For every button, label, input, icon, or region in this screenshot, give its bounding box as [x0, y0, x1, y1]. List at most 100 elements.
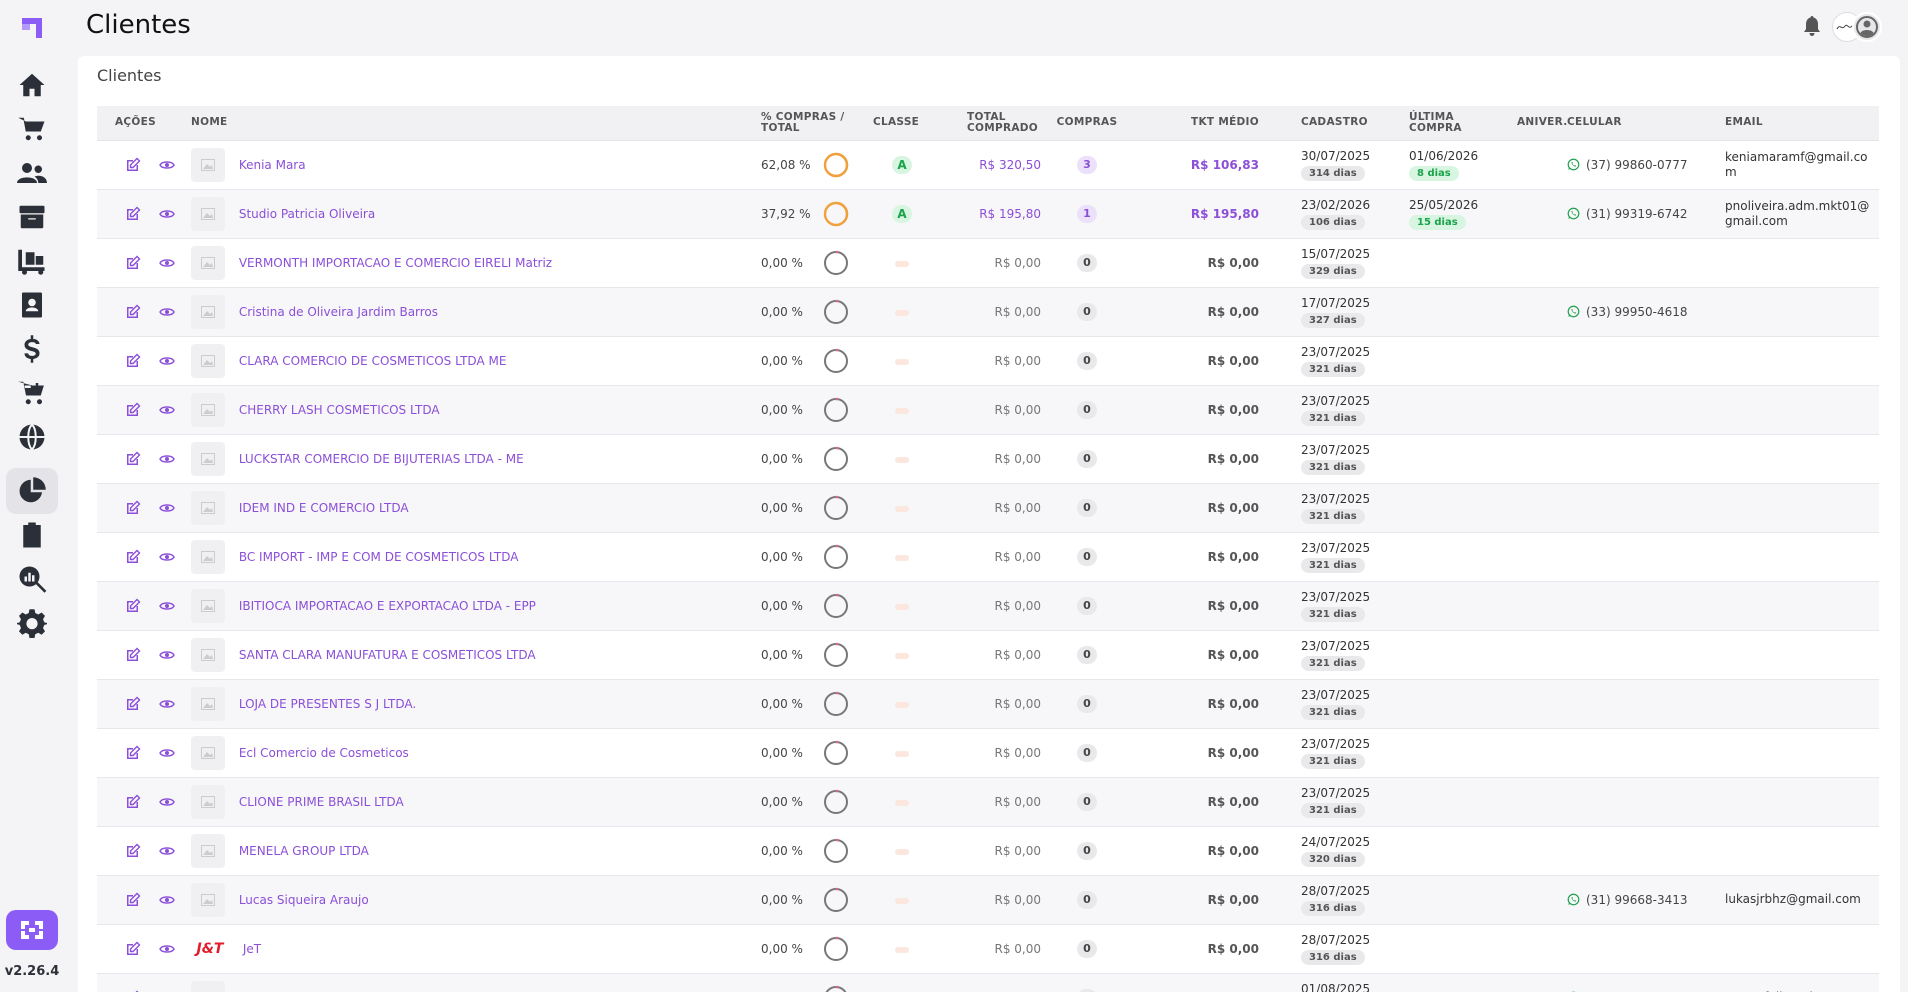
table-row[interactable]: IDEM IND E COMERCIO LTDA 0,00 % R$ 0,00 …	[97, 483, 1879, 532]
nav-reports[interactable]	[6, 468, 58, 514]
client-name-link[interactable]: Ecl Comercio de Cosmeticos	[239, 746, 409, 760]
user-menu[interactable]	[1832, 12, 1886, 42]
client-name-link[interactable]: LOJA DE PRESENTES S J LTDA.	[239, 697, 416, 711]
col-tkt[interactable]: TKT MÉDIO	[1127, 106, 1265, 141]
edit-icon[interactable]	[125, 843, 141, 859]
col-classe[interactable]: CLASSE	[867, 106, 937, 141]
view-icon[interactable]	[159, 451, 175, 467]
client-name-link[interactable]: JeT	[243, 942, 261, 956]
edit-icon[interactable]	[125, 451, 141, 467]
client-name-link[interactable]: CHERRY LASH COSMETICOS LTDA	[239, 403, 440, 417]
table-row[interactable]: Lucas Siqueira Araujo 0,00 % R$ 0,00 0 R…	[97, 875, 1879, 924]
phone-number[interactable]: (31) 99668-3413	[1586, 893, 1688, 907]
nav-finance[interactable]	[6, 326, 58, 372]
col-nome[interactable]: NOME	[185, 106, 755, 141]
client-name-link[interactable]: CLARA COMERCIO DE COSMETICOS LTDA ME	[239, 354, 507, 368]
view-icon[interactable]	[159, 696, 175, 712]
view-icon[interactable]	[159, 304, 175, 320]
view-icon[interactable]	[159, 647, 175, 663]
view-icon[interactable]	[159, 255, 175, 271]
edit-icon[interactable]	[125, 745, 141, 761]
client-name-link[interactable]: SANTA CLARA MANUFATURA E COSMETICOS LTDA	[239, 648, 536, 662]
whatsapp-icon[interactable]	[1567, 305, 1580, 318]
client-name-link[interactable]: BC IMPORT - IMP E COM DE COSMETICOS LTDA	[239, 550, 519, 564]
table-row[interactable]: CLARA COMERCIO DE COSMETICOS LTDA ME 0,0…	[97, 336, 1879, 385]
table-row[interactable]: LOJA DE PRESENTES S J LTDA. 0,00 % R$ 0,…	[97, 679, 1879, 728]
view-icon[interactable]	[159, 549, 175, 565]
table-row[interactable]: LUCKSTAR COMERCIO DE BIJUTERIAS LTDA - M…	[97, 434, 1879, 483]
client-name-link[interactable]: IDEM IND E COMERCIO LTDA	[239, 501, 409, 515]
table-row[interactable]: MENELA GROUP LTDA 0,00 % R$ 0,00 0 R$ 0,…	[97, 826, 1879, 875]
client-name-link[interactable]: Lucas Siqueira Araujo	[239, 893, 369, 907]
whatsapp-icon[interactable]	[1567, 158, 1580, 171]
email-value[interactable]: keniamaramf@gmail.com	[1725, 150, 1873, 180]
col-celular[interactable]: CELULAR	[1561, 106, 1719, 141]
table-row[interactable]: Samara Candida Felipe 0,00 % R$ 0,00 0 R…	[97, 973, 1879, 992]
view-icon[interactable]	[159, 794, 175, 810]
edit-icon[interactable]	[125, 402, 141, 418]
bell-icon[interactable]	[1803, 16, 1821, 36]
client-name-link[interactable]: Cristina de Oliveira Jardim Barros	[239, 305, 438, 319]
edit-icon[interactable]	[125, 794, 141, 810]
edit-icon[interactable]	[125, 696, 141, 712]
email-value[interactable]: lukasjrbhz@gmail.com	[1725, 892, 1873, 907]
nav-settings[interactable]	[6, 600, 58, 646]
client-name-link[interactable]: LUCKSTAR COMERCIO DE BIJUTERIAS LTDA - M…	[239, 452, 524, 466]
view-icon[interactable]	[159, 157, 175, 173]
col-cadastro[interactable]: CADASTRO	[1265, 106, 1373, 141]
col-acoes[interactable]: AÇÕES	[97, 106, 185, 141]
nav-tasks[interactable]	[6, 512, 58, 558]
client-name-link[interactable]: MENELA GROUP LTDA	[239, 844, 369, 858]
edit-icon[interactable]	[125, 598, 141, 614]
table-row[interactable]: CLIONE PRIME BRASIL LTDA 0,00 % R$ 0,00 …	[97, 777, 1879, 826]
nav-cart[interactable]	[6, 106, 58, 152]
view-icon[interactable]	[159, 892, 175, 908]
view-icon[interactable]	[159, 745, 175, 761]
nav-clients[interactable]	[6, 150, 58, 196]
nav-analytics[interactable]	[6, 556, 58, 602]
col-compras[interactable]: COMPRAS	[1047, 106, 1127, 141]
nav-web[interactable]	[6, 414, 58, 460]
col-total[interactable]: TOTAL COMPRADO	[937, 106, 1047, 141]
table-row[interactable]: Studio Patricia Oliveira 37,92 % A R$ 19…	[97, 189, 1879, 238]
view-icon[interactable]	[159, 941, 175, 957]
edit-icon[interactable]	[125, 157, 141, 173]
col-pct[interactable]: % COMPRAS / TOTAL	[755, 106, 867, 141]
phone-number[interactable]: (33) 99950-4618	[1586, 305, 1688, 319]
table-row[interactable]: Ecl Comercio de Cosmeticos 0,00 % R$ 0,0…	[97, 728, 1879, 777]
edit-icon[interactable]	[125, 304, 141, 320]
phone-number[interactable]: (37) 99860-0777	[1586, 158, 1688, 172]
table-row[interactable]: IBITIOCA IMPORTACAO E EXPORTACAO LTDA - …	[97, 581, 1879, 630]
nav-products[interactable]	[6, 194, 58, 240]
table-row[interactable]: Kenia Mara 62,08 % A R$ 320,50 3 R$ 106,…	[97, 140, 1879, 189]
phone-number[interactable]: (31) 99319-6742	[1586, 207, 1688, 221]
view-icon[interactable]	[159, 353, 175, 369]
whatsapp-icon[interactable]	[1567, 893, 1580, 906]
nav-contacts[interactable]	[6, 282, 58, 328]
client-name-link[interactable]: VERMONTH IMPORTACAO E COMERCIO EIRELI Ma…	[239, 256, 552, 270]
table-row[interactable]: CHERRY LASH COSMETICOS LTDA 0,00 % R$ 0,…	[97, 385, 1879, 434]
table-row[interactable]: SANTA CLARA MANUFATURA E COSMETICOS LTDA…	[97, 630, 1879, 679]
edit-icon[interactable]	[125, 941, 141, 957]
edit-icon[interactable]	[125, 353, 141, 369]
view-icon[interactable]	[159, 500, 175, 516]
edit-icon[interactable]	[125, 549, 141, 565]
client-name-link[interactable]: CLIONE PRIME BRASIL LTDA	[239, 795, 404, 809]
table-row[interactable]: J&T JeT 0,00 % R$ 0,00 0 R$ 0,00 28/07/2…	[97, 924, 1879, 973]
view-icon[interactable]	[159, 598, 175, 614]
col-email[interactable]: EMAIL	[1719, 106, 1879, 141]
edit-icon[interactable]	[125, 500, 141, 516]
view-icon[interactable]	[159, 206, 175, 222]
nav-new-order[interactable]	[6, 370, 58, 416]
client-name-link[interactable]: Kenia Mara	[239, 158, 306, 172]
edit-icon[interactable]	[125, 892, 141, 908]
client-name-link[interactable]: IBITIOCA IMPORTACAO E EXPORTACAO LTDA - …	[239, 599, 536, 613]
workspace-switcher-button[interactable]	[6, 910, 58, 950]
table-row[interactable]: VERMONTH IMPORTACAO E COMERCIO EIRELI Ma…	[97, 238, 1879, 287]
table-row[interactable]: Cristina de Oliveira Jardim Barros 0,00 …	[97, 287, 1879, 336]
client-name-link[interactable]: Studio Patricia Oliveira	[239, 207, 375, 221]
col-ultima[interactable]: ÚLTIMA COMPRA	[1373, 106, 1481, 141]
nav-home[interactable]	[6, 62, 58, 108]
view-icon[interactable]	[159, 402, 175, 418]
brand-logo-icon[interactable]	[20, 16, 44, 40]
